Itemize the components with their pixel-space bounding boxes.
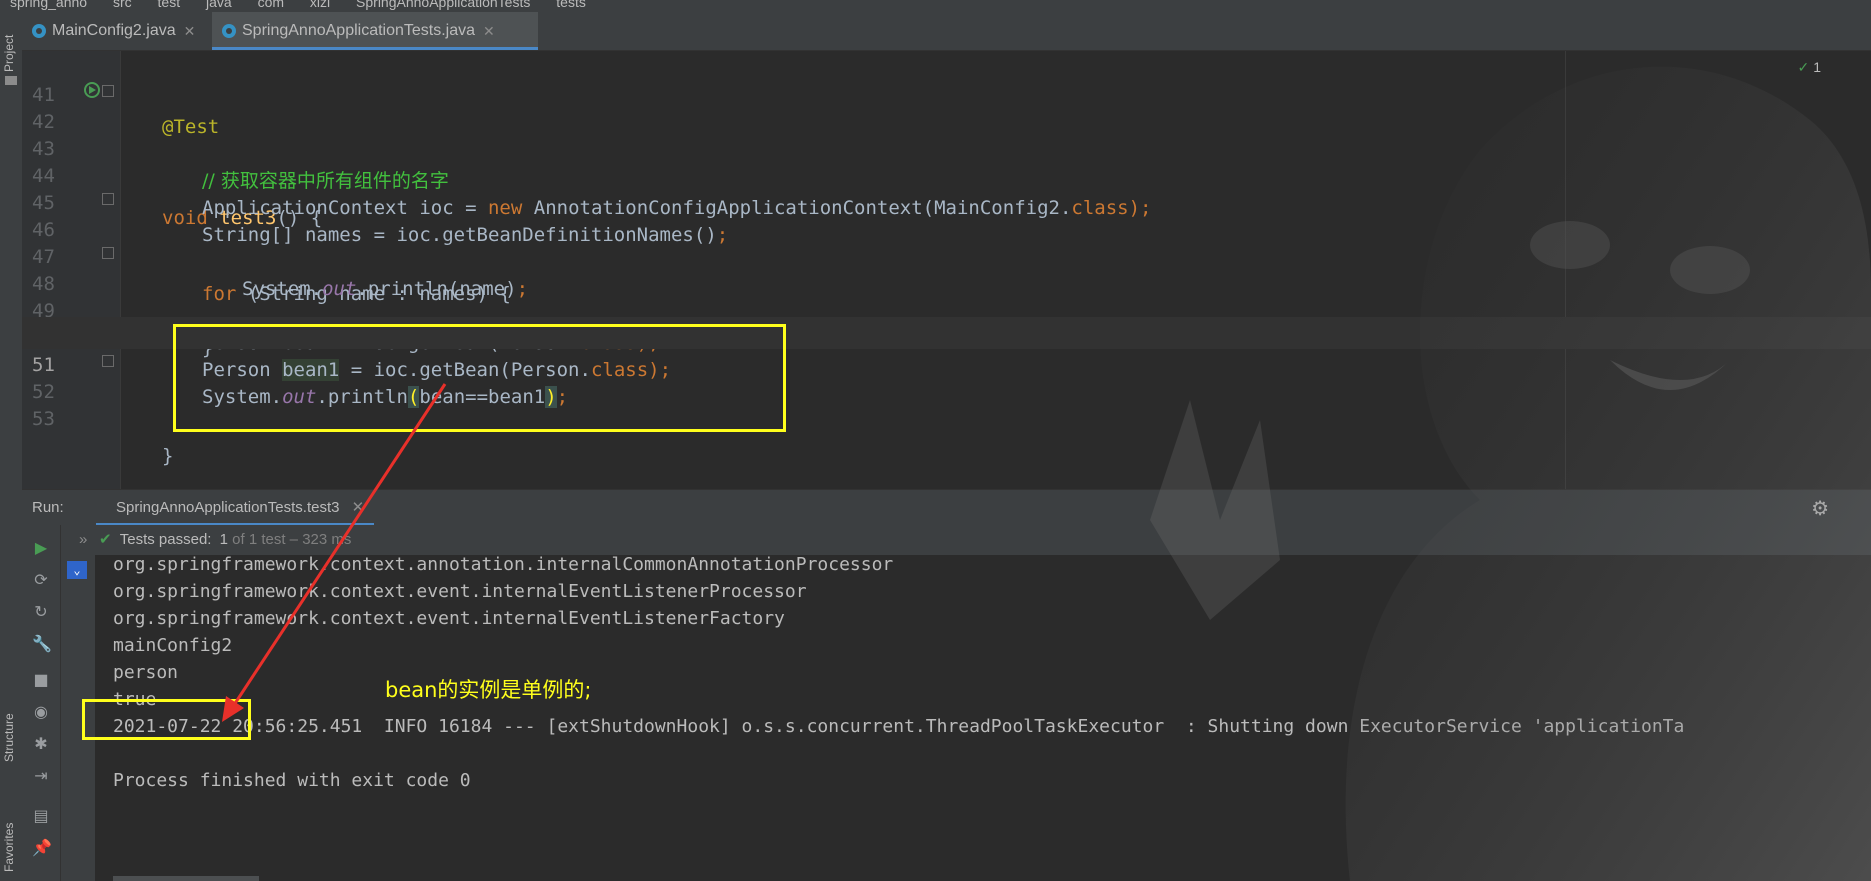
layout-icon[interactable]: ▤ [32,807,50,825]
left-tool-strip: Project Structure Favorites [0,12,23,881]
close-icon[interactable]: ✕ [483,23,495,40]
gear-icon[interactable]: ⚙ [1811,496,1829,521]
horizontal-scrollbar[interactable] [113,876,259,881]
run-tool-window-header: Run: SpringAnnoApplicationTests.test3 ✕ … [22,489,1871,526]
camera-icon[interactable]: ◉ [32,703,50,721]
java-class-icon [32,24,46,38]
fold-icon[interactable] [102,355,114,367]
structure-tool-button[interactable]: Structure [2,713,16,762]
project-tool-button[interactable]: Project [2,35,16,72]
breadcrumb-item[interactable]: xizi [310,0,330,10]
tab-mainconfig2[interactable]: MainConfig2.java ✕ [22,12,204,50]
favorites-tool-button[interactable]: Favorites [2,823,16,872]
tab-label: MainConfig2.java [52,22,176,39]
breadcrumb-item[interactable]: src [113,0,132,10]
check-icon: ✔ [99,531,112,548]
chevron-down-icon[interactable]: ⌄ [67,561,87,579]
run-tab-label: SpringAnnoApplicationTests.test3 [116,499,340,516]
breadcrumb-item[interactable]: spring_anno [10,0,87,10]
highlight-box-output [82,699,251,740]
close-icon[interactable]: ✕ [352,499,365,516]
console-line: Process finished with exit code 0 [113,770,471,791]
breadcrumb-item[interactable]: com [258,0,284,10]
highlight-box-code [173,324,786,432]
stop-icon[interactable]: ■ [32,671,50,689]
fold-icon[interactable] [102,85,114,97]
run-config-tab[interactable]: SpringAnnoApplicationTests.test3 ✕ [76,490,375,526]
folder-icon [5,76,17,85]
breadcrumb-item[interactable]: java [206,0,232,10]
rerun-icon[interactable]: ▶ [32,539,50,557]
chevron-right-icon[interactable]: » [79,525,87,555]
code-text: } [162,440,173,472]
fold-icon[interactable] [102,247,114,259]
line-number: 53 [32,408,55,430]
run-test-icon[interactable] [84,82,100,98]
test-status-bar: » ✔ Tests passed: 1 of 1 test – 323 ms [79,525,1871,555]
editor-tab-bar: MainConfig2.java ✕ SpringAnnoApplication… [22,12,1871,51]
tests-duration: of 1 test – 323 ms [227,531,352,548]
tests-passed-count: 1 [219,531,228,548]
breadcrumb-item[interactable]: tests [556,0,586,10]
code-token: } [162,445,174,467]
tests-passed-label: Tests passed: [119,531,212,548]
fold-icon[interactable] [102,193,114,205]
rerun-failed-icon[interactable]: ⟳ [32,571,50,589]
debug-icon[interactable]: ✱ [32,735,50,753]
toggle-auto-test-icon[interactable]: ↻ [32,603,50,621]
pin-icon[interactable]: 📌 [32,839,52,857]
breadcrumb: spring_anno src test java com xizi Sprin… [0,0,1871,12]
exit-icon[interactable]: ⇥ [32,767,50,785]
tab-springannoapplicationtests[interactable]: SpringAnnoApplicationTests.java ✕ [212,12,538,50]
run-label: Run: [32,499,64,516]
console-line: 2021-07-22 20:56:25.451 INFO 16184 --- [… [113,716,1685,737]
tab-label: SpringAnnoApplicationTests.java [242,22,476,39]
console-output[interactable]: org.springframework.context.annotation.i… [95,555,1871,881]
breadcrumb-item[interactable]: SpringAnnoApplicationTests [356,0,530,10]
breadcrumb-item[interactable]: test [158,0,181,10]
wrench-icon[interactable]: 🔧 [32,635,52,653]
run-toolbar: ▶ ⟳ ↻ 🔧 ■ ◉ ✱ ⇥ ▤ 📌 [22,525,61,881]
annotation-note: bean的实例是单例的; [385,678,592,702]
java-class-icon [222,24,236,38]
close-icon[interactable]: ✕ [184,23,196,40]
